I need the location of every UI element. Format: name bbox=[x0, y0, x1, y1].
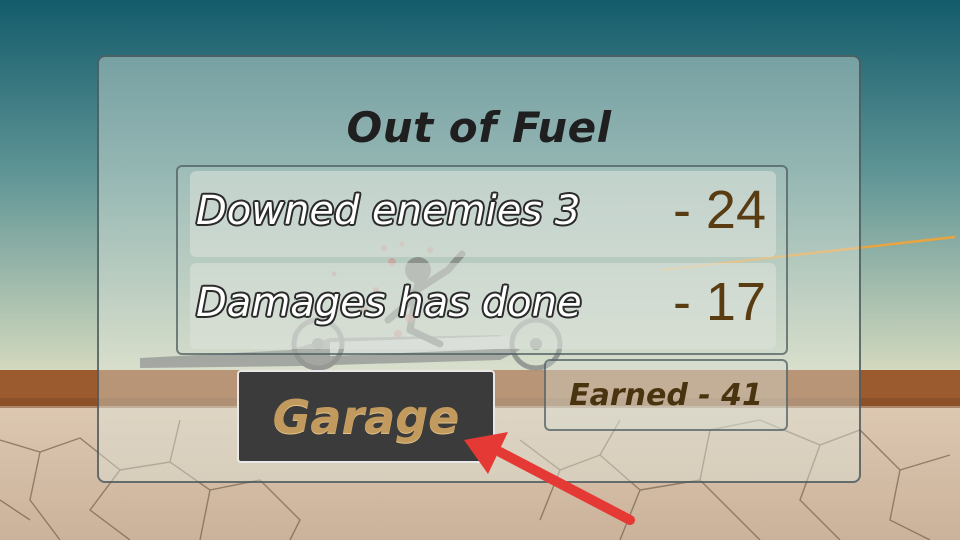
stat-row-downed-enemies: Downed enemies 3 - 24 bbox=[190, 171, 776, 257]
stat-value: - 17 bbox=[672, 272, 766, 332]
results-panel: Out of Fuel Downed enemies 3 - 24 Damage… bbox=[97, 55, 861, 483]
stat-label: Damages has done bbox=[196, 280, 582, 326]
stat-value: - 24 bbox=[672, 180, 766, 240]
result-title: Out of Fuel bbox=[346, 103, 612, 152]
stat-row-damage-done: Damages has done - 17 bbox=[190, 263, 776, 349]
stats-box: Downed enemies 3 - 24 Damages has done -… bbox=[176, 165, 788, 355]
earned-box: Earned - 41 bbox=[544, 359, 788, 431]
garage-button[interactable]: Garage bbox=[237, 370, 495, 463]
earned-label: Earned - 41 bbox=[569, 377, 763, 413]
stat-label: Downed enemies 3 bbox=[196, 188, 581, 234]
garage-button-label: Garage bbox=[272, 389, 460, 444]
